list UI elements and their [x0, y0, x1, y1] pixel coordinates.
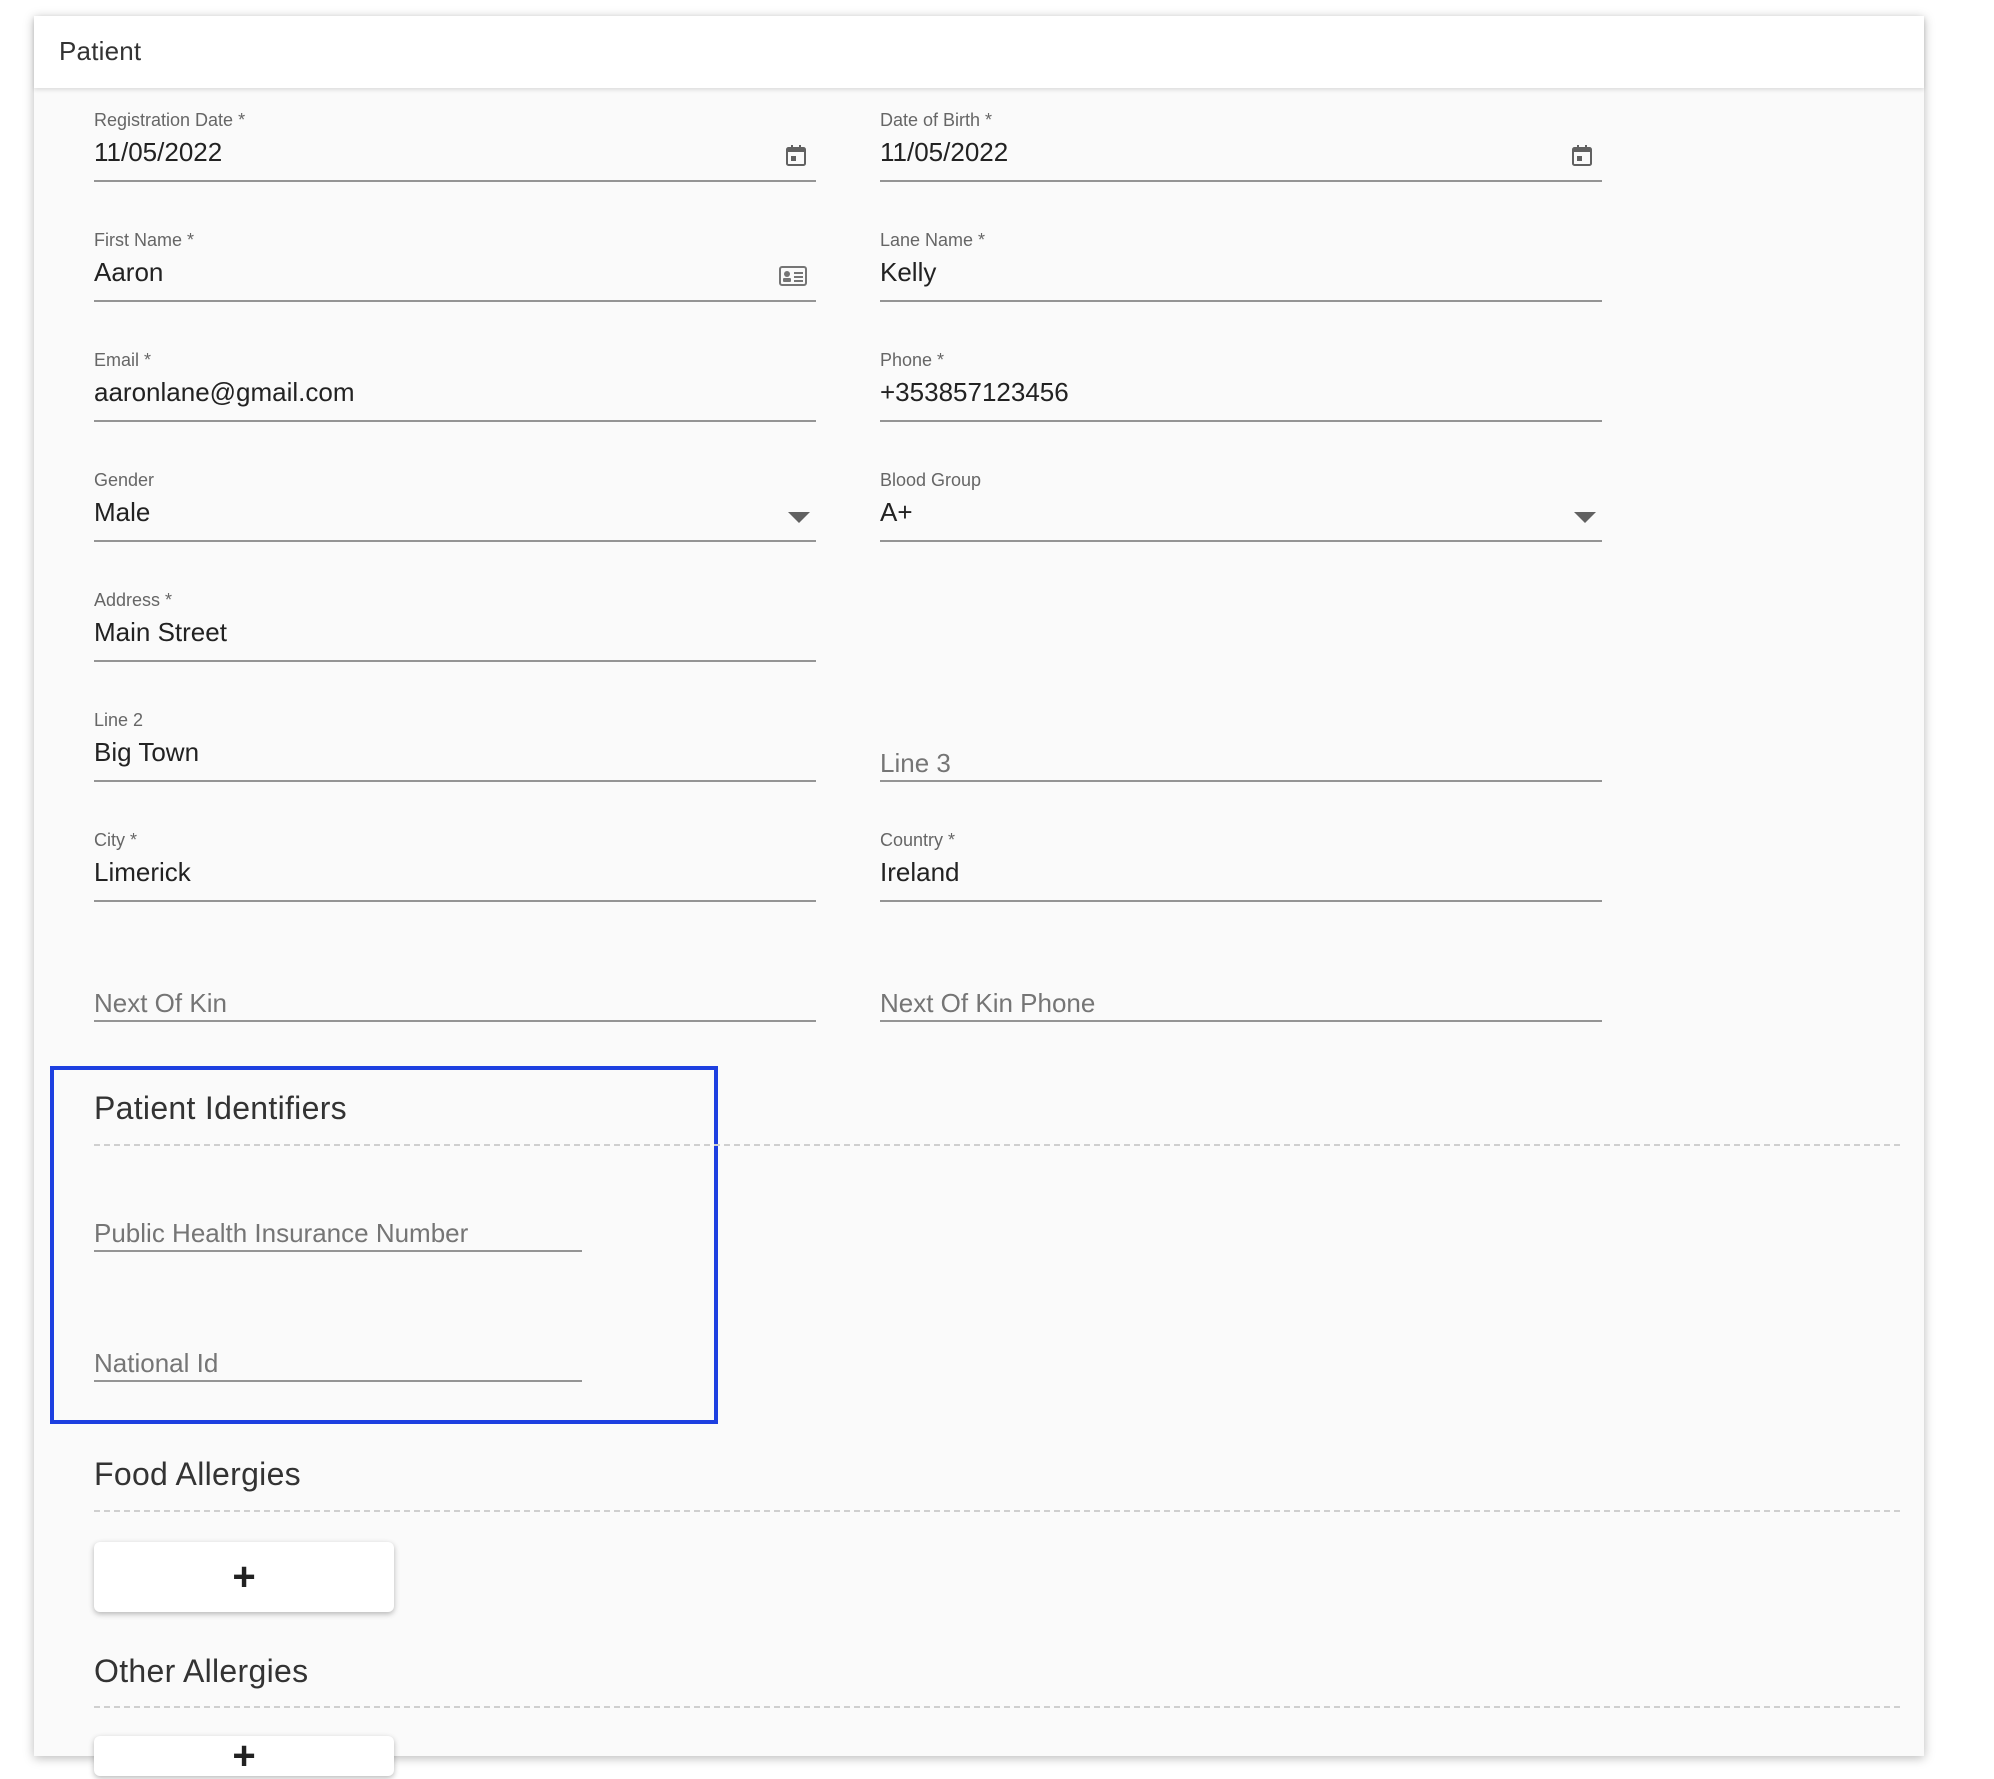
patient-identifiers-heading: Patient Identifiers	[94, 1090, 347, 1126]
calendar-icon[interactable]	[784, 144, 808, 168]
country-field[interactable]: Country * Ireland	[880, 830, 1602, 902]
add-other-allergy-button[interactable]: +	[94, 1733, 394, 1778]
caret-down-icon[interactable]	[1574, 512, 1596, 523]
next-of-kin-phone-placeholder: Next Of Kin Phone	[880, 988, 1096, 1018]
national-id-placeholder: National Id	[94, 1348, 219, 1378]
next-of-kin-phone-field[interactable]: Next Of Kin Phone	[880, 950, 1602, 1022]
phin-field[interactable]: Public Health Insurance Number	[94, 1180, 582, 1252]
blood-group-select[interactable]: Blood Group A+	[880, 470, 1602, 542]
last-name-label: Lane Name *	[880, 230, 986, 250]
last-name-value: Kelly	[880, 257, 937, 287]
card-header: Patient	[34, 16, 1924, 88]
plus-icon: +	[232, 1554, 256, 1599]
email-field[interactable]: Email * aaronlane@gmail.com	[94, 350, 816, 422]
registration-date-label: Registration Date *	[94, 110, 246, 130]
other-allergies-heading: Other Allergies	[94, 1653, 309, 1689]
phone-field[interactable]: Phone * +353857123456	[880, 350, 1602, 422]
line3-field[interactable]: Line 3	[880, 710, 1602, 782]
address-field[interactable]: Address * Main Street	[94, 590, 816, 662]
city-value: Limerick	[94, 857, 191, 887]
gender-value: Male	[94, 497, 151, 527]
blood-group-value: A+	[880, 497, 913, 527]
line2-value: Big Town	[94, 737, 200, 767]
add-food-allergy-button[interactable]: +	[94, 1542, 394, 1612]
line2-field[interactable]: Line 2 Big Town	[94, 710, 816, 782]
city-field[interactable]: City * Limerick	[94, 830, 816, 902]
patient-card: Patient Registration Date * 11/05/2022 D…	[34, 16, 1924, 1778]
national-id-field[interactable]: National Id	[94, 1310, 582, 1382]
next-of-kin-field[interactable]: Next Of Kin	[94, 950, 816, 1022]
registration-date-field[interactable]: Registration Date * 11/05/2022	[94, 110, 816, 182]
caret-down-icon[interactable]	[788, 512, 810, 523]
gender-label: Gender	[94, 470, 155, 490]
line3-placeholder: Line 3	[880, 748, 951, 778]
last-name-field[interactable]: Lane Name * Kelly	[880, 230, 1602, 302]
phone-label: Phone *	[880, 350, 945, 370]
other-allergies-divider	[94, 1706, 1900, 1708]
country-label: Country *	[880, 830, 956, 850]
gender-select[interactable]: Gender Male	[94, 470, 816, 542]
blood-group-label: Blood Group	[880, 470, 982, 490]
next-of-kin-placeholder: Next Of Kin	[94, 988, 227, 1018]
address-value: Main Street	[94, 617, 227, 647]
identifiers-divider	[94, 1144, 1900, 1146]
food-allergies-divider	[94, 1510, 1900, 1512]
date-of-birth-label: Date of Birth *	[880, 110, 993, 130]
phin-placeholder: Public Health Insurance Number	[94, 1218, 469, 1248]
first-name-value: Aaron	[94, 257, 164, 287]
city-label: City *	[94, 830, 138, 850]
date-of-birth-value: 11/05/2022	[880, 137, 1009, 167]
phone-value: +353857123456	[880, 377, 1069, 407]
line2-label: Line 2	[94, 710, 144, 730]
registration-date-value: 11/05/2022	[94, 137, 223, 167]
food-allergies-heading: Food Allergies	[94, 1456, 301, 1492]
email-label: Email *	[94, 350, 152, 370]
email-value: aaronlane@gmail.com	[94, 377, 355, 407]
address-label: Address *	[94, 590, 173, 610]
first-name-label: First Name *	[94, 230, 195, 250]
date-of-birth-field[interactable]: Date of Birth * 11/05/2022	[880, 110, 1602, 182]
country-value: Ireland	[880, 857, 960, 887]
card-title: Patient	[59, 36, 142, 66]
plus-icon: +	[232, 1733, 256, 1778]
first-name-field[interactable]: First Name * Aaron	[94, 230, 816, 302]
contact-card-icon	[779, 266, 807, 286]
calendar-icon[interactable]	[1570, 144, 1594, 168]
